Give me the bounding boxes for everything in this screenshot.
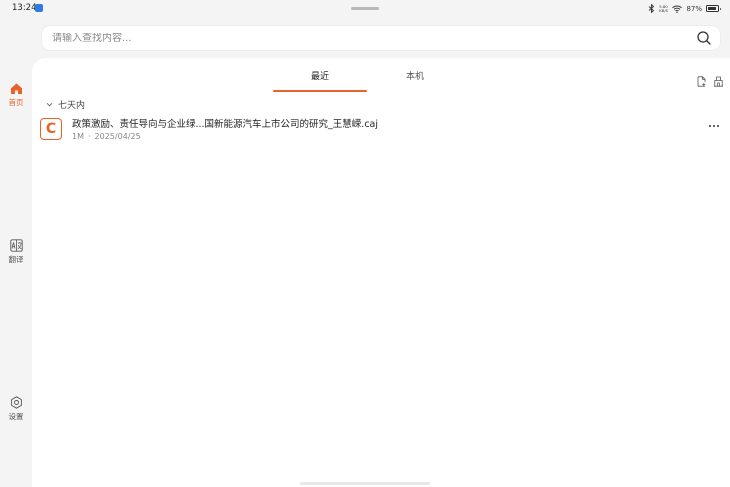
file-icon-letter: C [45,121,57,137]
more-dot [717,125,719,127]
chevron-down-icon [46,102,53,107]
file-size: 1M [72,132,84,141]
home-icon [10,83,22,94]
section-header-seven-days[interactable]: 七天内 [46,98,85,111]
battery-level [708,7,716,10]
tab-bar: 最近 本机 [272,70,472,92]
new-document-icon [697,76,706,87]
status-icons: 5.80 KB/S 87% [648,3,721,14]
window-drag-handle[interactable] [351,7,379,10]
search-icon[interactable] [696,30,712,46]
network-speed: 5.80 KB/S [659,4,669,13]
file-meta: 1M · 2025/04/25 [72,132,141,141]
home-indicator[interactable] [300,482,430,485]
battery-icon [706,5,721,12]
file-name: 政策激励、责任导向与企业绿...国新能源汽车上市公司的研究_王慧嵘.caj [72,119,379,130]
new-document-button[interactable] [696,72,707,87]
file-date: 2025/04/25 [94,132,141,141]
sidebar-item-home[interactable]: 首页 [0,82,32,108]
tab-local[interactable]: 本机 [368,70,462,92]
main-panel: 最近 本机 七天内 C 政策激励、责任导向与企业绿...国新能源汽车上市公司的研… [32,58,730,487]
battery-percent: 87% [686,4,702,13]
gear-icon [10,396,22,409]
sidebar-item-label: 翻译 [8,255,24,264]
translate-icon [9,239,23,252]
sidebar: 首页 翻译 设置 [0,60,32,487]
more-dot [709,125,711,127]
more-options-button[interactable] [706,120,722,132]
meta-separator: · [88,132,91,141]
status-bar: 13:24 5.80 KB/S 87% [0,0,730,18]
app-window: 13:24 5.80 KB/S 87% 请输入查找内容... 首页 翻译 设置 … [0,0,730,487]
tab-recent-label: 最近 [310,72,329,82]
active-tab-indicator [273,90,367,92]
notification-app-icon [35,4,43,12]
wifi-icon [672,5,683,13]
sidebar-item-label: 首页 [8,98,24,107]
more-dot [713,125,715,127]
tab-recent[interactable]: 最近 [273,70,367,92]
tab-local-label: 本机 [405,72,424,82]
status-time: 13:24 [12,3,37,13]
bluetooth-icon [648,4,655,13]
network-speed-unit: KB/S [659,7,669,13]
section-label: 七天内 [58,101,86,111]
building-icon [714,76,723,87]
sidebar-item-settings[interactable]: 设置 [0,396,32,422]
file-list-item[interactable]: C 政策激励、责任导向与企业绿...国新能源汽车上市公司的研究_王慧嵘.caj … [40,116,724,146]
sidebar-item-label: 设置 [8,412,24,421]
caj-file-icon: C [40,118,62,140]
search-input[interactable] [52,32,652,44]
search-bar [42,26,720,50]
panel-toolbar [696,72,724,87]
building-button[interactable] [713,72,724,87]
sidebar-item-translate[interactable]: 翻译 [0,239,32,265]
